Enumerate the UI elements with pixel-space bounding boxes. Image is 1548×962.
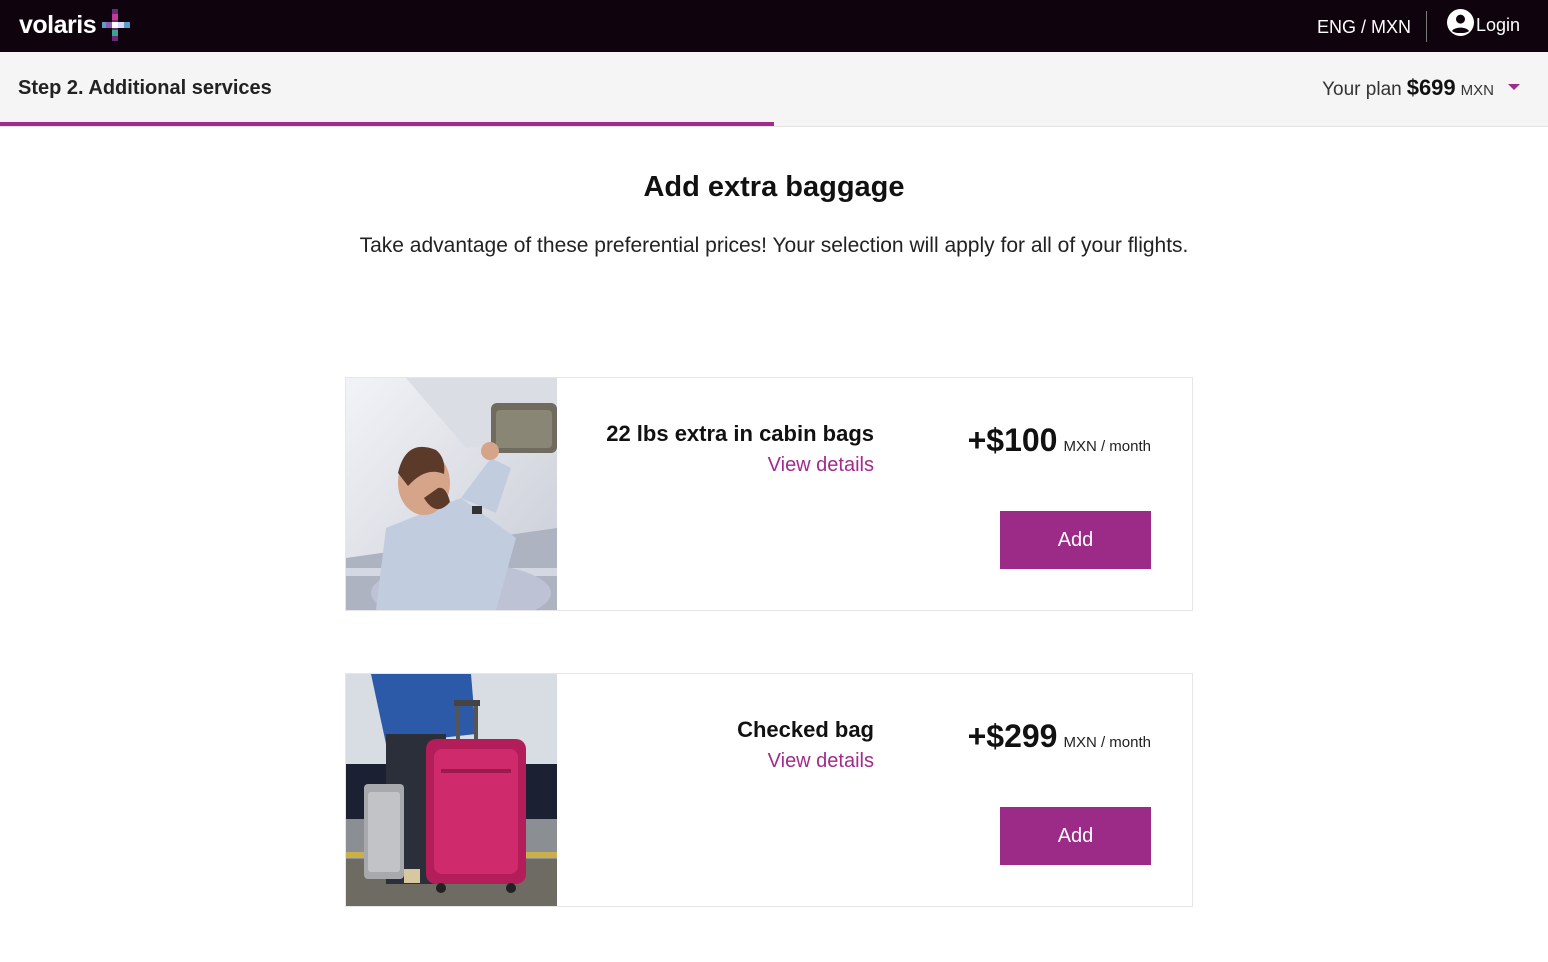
- volaris-plus-icon: [102, 9, 131, 41]
- plan-currency: MXN: [1460, 82, 1494, 99]
- checked-bag-photo: [346, 674, 557, 906]
- plan-summary-dropdown[interactable]: Your plan $699 MXN: [1322, 75, 1520, 101]
- plan-price: $699: [1406, 75, 1456, 100]
- page-subtitle: Take advantage of these preferential pri…: [359, 234, 1189, 257]
- step-progress-fill: [0, 122, 774, 126]
- price-amount: +$299: [967, 718, 1058, 754]
- offer-price: +$100 MXN / month: [968, 422, 1151, 459]
- login-button[interactable]: Login: [1447, 9, 1520, 36]
- price-unit: MXN / month: [1063, 734, 1151, 751]
- login-label: Login: [1476, 15, 1521, 35]
- offer-card-cabin-bags: 22 lbs extra in cabin bags View details …: [345, 377, 1193, 611]
- top-nav-bar: volaris ENG / MXN Login: [0, 0, 1548, 52]
- step-title: Step 2. Additional services: [18, 77, 272, 99]
- volaris-logo[interactable]: volaris: [19, 9, 131, 41]
- price-amount: +$100: [967, 422, 1058, 458]
- logo-text: volaris: [19, 10, 97, 39]
- caret-down-icon: [1508, 84, 1520, 90]
- view-details-link[interactable]: View details: [768, 750, 874, 773]
- plan-label: Your plan: [1322, 79, 1402, 100]
- view-details-link[interactable]: View details: [768, 454, 874, 477]
- offer-price: +$299 MXN / month: [968, 718, 1151, 755]
- price-unit: MXN / month: [1063, 438, 1151, 455]
- offer-title: 22 lbs extra in cabin bags: [606, 421, 874, 446]
- offer-card-checked-bag: Checked bag View details +$299 MXN / mon…: [345, 673, 1193, 907]
- nav-divider: [1426, 11, 1427, 42]
- step-bar: Step 2. Additional services Your plan $6…: [0, 52, 1548, 127]
- page-title: Add extra baggage: [643, 171, 905, 203]
- cabin-bag-photo: [346, 378, 557, 610]
- offer-title: Checked bag: [737, 717, 874, 742]
- account-circle-icon: [1447, 9, 1474, 36]
- add-checked-bag-button[interactable]: Add: [1000, 807, 1151, 865]
- step-progress-bar: [0, 122, 1548, 126]
- language-currency-selector[interactable]: ENG / MXN: [1317, 17, 1411, 38]
- add-cabin-bags-button[interactable]: Add: [1000, 511, 1151, 569]
